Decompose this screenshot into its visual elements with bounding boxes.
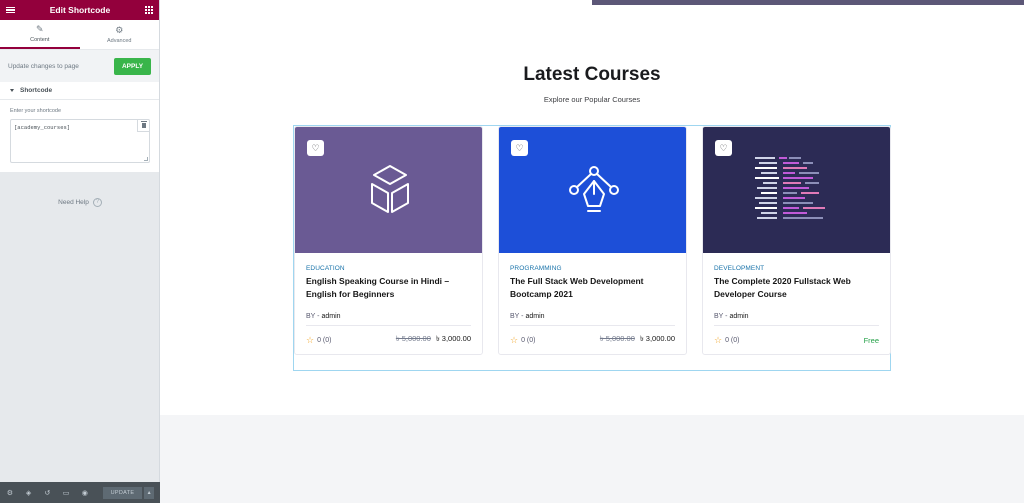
course-card[interactable]: ♡ EDUCATION English Speaking Course in H…: [294, 126, 483, 355]
apply-row: Update changes to page APPLY: [0, 50, 159, 82]
course-card-body: DEVELOPMENT The Complete 2020 Fullstack …: [703, 253, 890, 320]
help-icon: ?: [92, 198, 102, 207]
shortcode-field: Enter your shortcode [academy_courses]: [0, 100, 159, 172]
next-section-band: [160, 415, 1024, 503]
update-button[interactable]: UPDATE: [102, 486, 143, 499]
course-card-footer: ☆ 0 (0) ৳ 5,000.00 ৳ 3,000.00: [306, 325, 471, 354]
courses-widget[interactable]: ♡ EDUCATION English Speaking Course in H…: [293, 125, 891, 371]
course-card-footer: ☆ 0 (0) ৳ 5,000.00 ৳ 3,000.00: [510, 325, 675, 354]
course-rating: ☆ 0 (0): [510, 335, 535, 346]
responsive-mode-icon[interactable]: ▭: [62, 489, 70, 497]
star-icon: ☆: [510, 334, 519, 345]
course-category[interactable]: EDUCATION: [306, 265, 471, 272]
course-sale-price: ৳ 3,000.00: [435, 334, 471, 343]
latest-courses-subheading: Explore our Popular Courses: [543, 95, 641, 104]
course-thumbnail[interactable]: ♡: [295, 127, 482, 253]
course-category[interactable]: PROGRAMMING: [510, 265, 675, 272]
shortcode-textarea[interactable]: [academy_courses]: [10, 119, 150, 163]
course-author-prefix: BY -: [306, 313, 320, 320]
course-author-name[interactable]: admin: [321, 313, 340, 320]
course-thumbnail[interactable]: ♡: [499, 127, 686, 253]
course-thumbnail[interactable]: ♡: [703, 127, 890, 253]
gear-icon: ⚙: [115, 24, 124, 35]
course-card[interactable]: ♡ DEVELOPMENT The Complete 2020 Fullstac…: [702, 126, 891, 355]
tab-advanced-label: Advanced: [107, 37, 132, 44]
panel-tabs: ✎ Content ⚙ Advanced: [0, 20, 159, 50]
course-rating-value: 0 (0): [725, 336, 740, 344]
shortcode-section-title: Shortcode: [20, 87, 53, 94]
tab-advanced[interactable]: ⚙ Advanced: [80, 20, 160, 49]
course-author: BY - admin: [510, 313, 675, 320]
star-icon: ☆: [714, 334, 723, 345]
course-title[interactable]: The Complete 2020 Fullstack Web Develope…: [714, 275, 879, 305]
dynamic-tags-icon[interactable]: [137, 120, 149, 132]
tab-content-label: Content: [30, 36, 50, 43]
course-author-prefix: BY -: [510, 313, 524, 320]
editor-panel: Edit Shortcode ✎ Content ⚙ Advanced Upda…: [0, 0, 160, 503]
panel-footer: ⚙ ◈ ↺ ▭ ◉ UPDATE ▴: [0, 482, 160, 503]
shortcode-section-toggle[interactable]: Shortcode: [0, 82, 159, 100]
course-rating: ☆ 0 (0): [714, 335, 739, 346]
course-author: BY - admin: [714, 313, 879, 320]
course-category[interactable]: DEVELOPMENT: [714, 265, 879, 272]
widgets-grid-icon[interactable]: [144, 6, 153, 14]
settings-icon[interactable]: ⚙: [6, 489, 14, 497]
course-sale-price: ৳ 3,000.00: [639, 334, 675, 343]
apply-button[interactable]: APPLY: [114, 57, 151, 75]
save-options-caret-icon[interactable]: ▴: [143, 486, 154, 499]
course-rating-value: 0 (0): [317, 336, 332, 344]
course-card[interactable]: ♡ PROGRAMMING The Full Stack Web Develop…: [498, 126, 687, 355]
code-editor-illustration: [754, 157, 825, 219]
star-icon: ☆: [306, 334, 315, 345]
course-free-label: Free: [863, 335, 879, 345]
caret-down-icon: [10, 89, 14, 92]
top-strip-light: [160, 0, 592, 5]
heart-icon[interactable]: ♡: [715, 140, 732, 156]
course-price: ৳ 5,000.00 ৳ 3,000.00: [600, 334, 675, 346]
top-strip-dark: [592, 0, 1024, 5]
course-author-name[interactable]: admin: [525, 313, 544, 320]
heart-icon[interactable]: ♡: [511, 140, 528, 156]
tab-content[interactable]: ✎ Content: [0, 20, 80, 49]
hamburger-menu-icon[interactable]: [6, 6, 15, 14]
navigator-layers-icon[interactable]: ◈: [25, 489, 33, 497]
heart-icon[interactable]: ♡: [307, 140, 324, 156]
course-author-prefix: BY -: [714, 313, 728, 320]
course-title[interactable]: English Speaking Course in Hindi – Engli…: [306, 275, 471, 305]
course-card-footer: ☆ 0 (0) Free: [714, 325, 879, 354]
need-help-link[interactable]: Need Help ?: [0, 198, 160, 207]
course-title[interactable]: The Full Stack Web Development Bootcamp …: [510, 275, 675, 305]
course-author: BY - admin: [306, 313, 471, 320]
pencil-icon: ✎: [35, 23, 44, 34]
course-rating-value: 0 (0): [521, 336, 536, 344]
page-preview: Latest Courses Explore our Popular Cours…: [160, 0, 1024, 503]
apply-row-label: Update changes to page: [8, 62, 79, 70]
shortcode-section: Shortcode Enter your shortcode [academy_…: [0, 82, 159, 172]
preview-eye-icon[interactable]: ◉: [81, 489, 89, 497]
cube-icon: [370, 165, 409, 213]
course-card-body: PROGRAMMING The Full Stack Web Developme…: [499, 253, 686, 320]
course-card-body: EDUCATION English Speaking Course in Hin…: [295, 253, 482, 320]
latest-courses-heading: Latest Courses: [523, 64, 661, 85]
course-author-name[interactable]: admin: [729, 313, 748, 320]
shortcode-value: [academy_courses]: [14, 124, 71, 131]
vector-pen-icon: [568, 166, 619, 212]
resize-handle-icon[interactable]: [144, 157, 148, 161]
panel-title: Edit Shortcode: [49, 5, 111, 15]
history-icon[interactable]: ↺: [43, 489, 51, 497]
course-old-price: ৳ 5,000.00: [599, 334, 635, 343]
course-price: ৳ 5,000.00 ৳ 3,000.00: [396, 334, 471, 346]
course-old-price: ৳ 5,000.00: [395, 334, 431, 343]
panel-header: Edit Shortcode: [0, 0, 159, 20]
course-rating: ☆ 0 (0): [306, 335, 331, 346]
shortcode-field-label: Enter your shortcode: [10, 108, 62, 114]
need-help-label: Need Help: [58, 199, 89, 206]
